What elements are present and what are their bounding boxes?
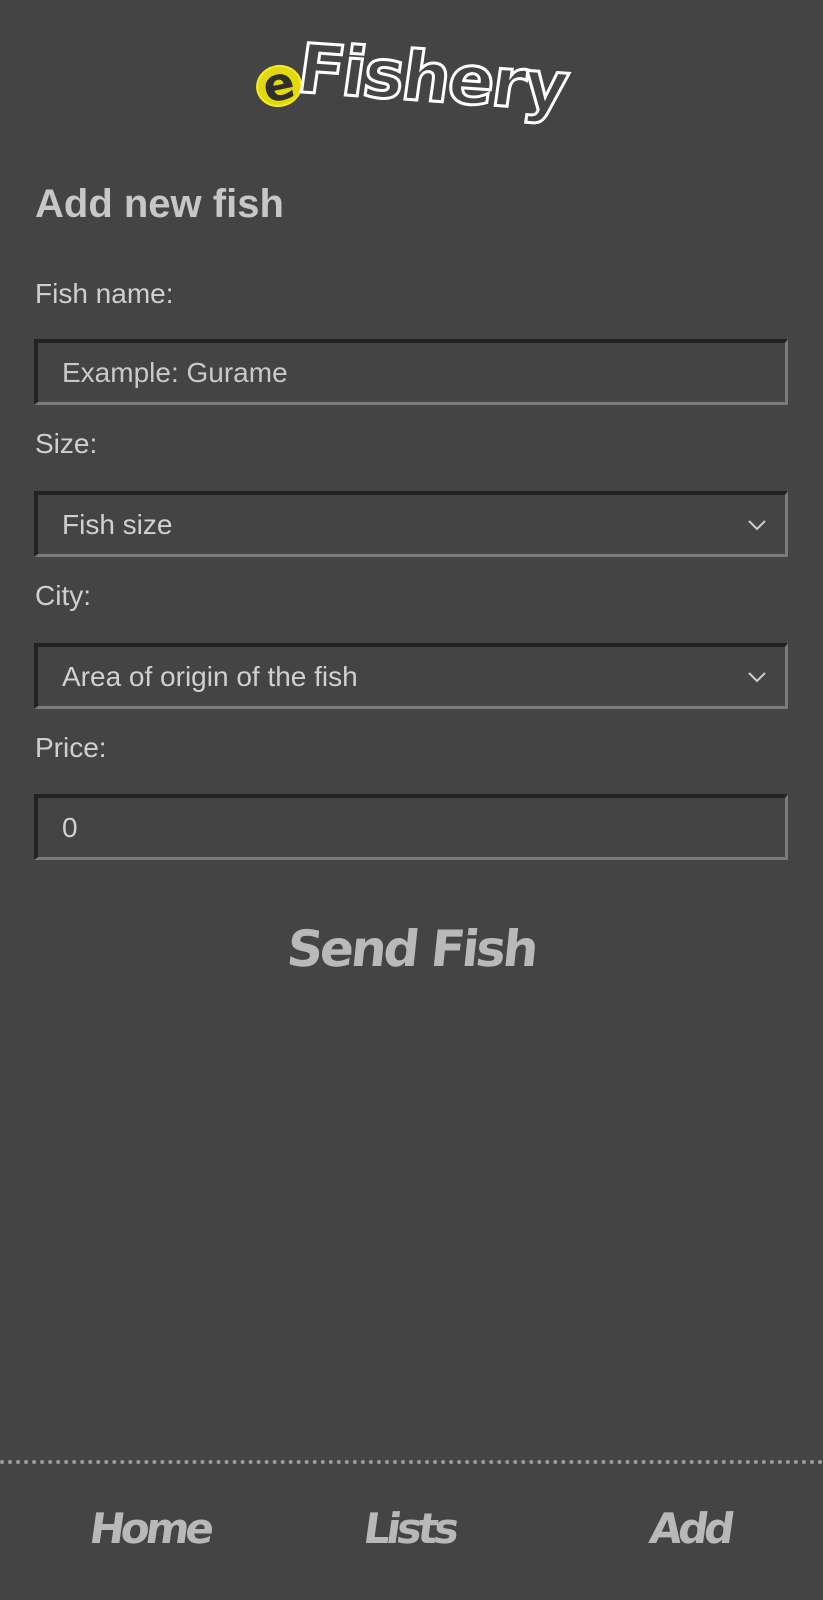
city-label: City:: [35, 580, 91, 611]
fish-name-field[interactable]: [34, 339, 788, 405]
fish-name-input[interactable]: [62, 356, 785, 389]
price-label: Price:: [35, 732, 107, 763]
city-select-value: Area of origin of the fish: [62, 660, 358, 692]
size-label: Size:: [35, 428, 98, 459]
bottom-nav-divider: [0, 1460, 823, 1464]
nav-item-add[interactable]: Add: [647, 1504, 735, 1553]
size-select[interactable]: Fish size: [34, 491, 788, 557]
city-select[interactable]: Area of origin of the fish: [34, 643, 788, 709]
logo-wordmark: Fishery: [292, 28, 574, 128]
page-title: Add new fish: [35, 182, 284, 226]
efishery-logo[interactable]: e Fishery: [252, 28, 574, 131]
chevron-down-icon: [748, 519, 766, 530]
send-fish-button[interactable]: Send Fish: [0, 920, 823, 978]
app-header: e Fishery: [0, 28, 823, 133]
chevron-down-icon: [748, 671, 766, 682]
nav-item-home[interactable]: Home: [87, 1504, 214, 1553]
price-field[interactable]: [34, 794, 788, 860]
price-input[interactable]: [62, 811, 785, 844]
fish-name-label: Fish name:: [35, 278, 174, 309]
nav-item-lists[interactable]: Lists: [361, 1504, 459, 1553]
size-select-value: Fish size: [62, 508, 173, 540]
